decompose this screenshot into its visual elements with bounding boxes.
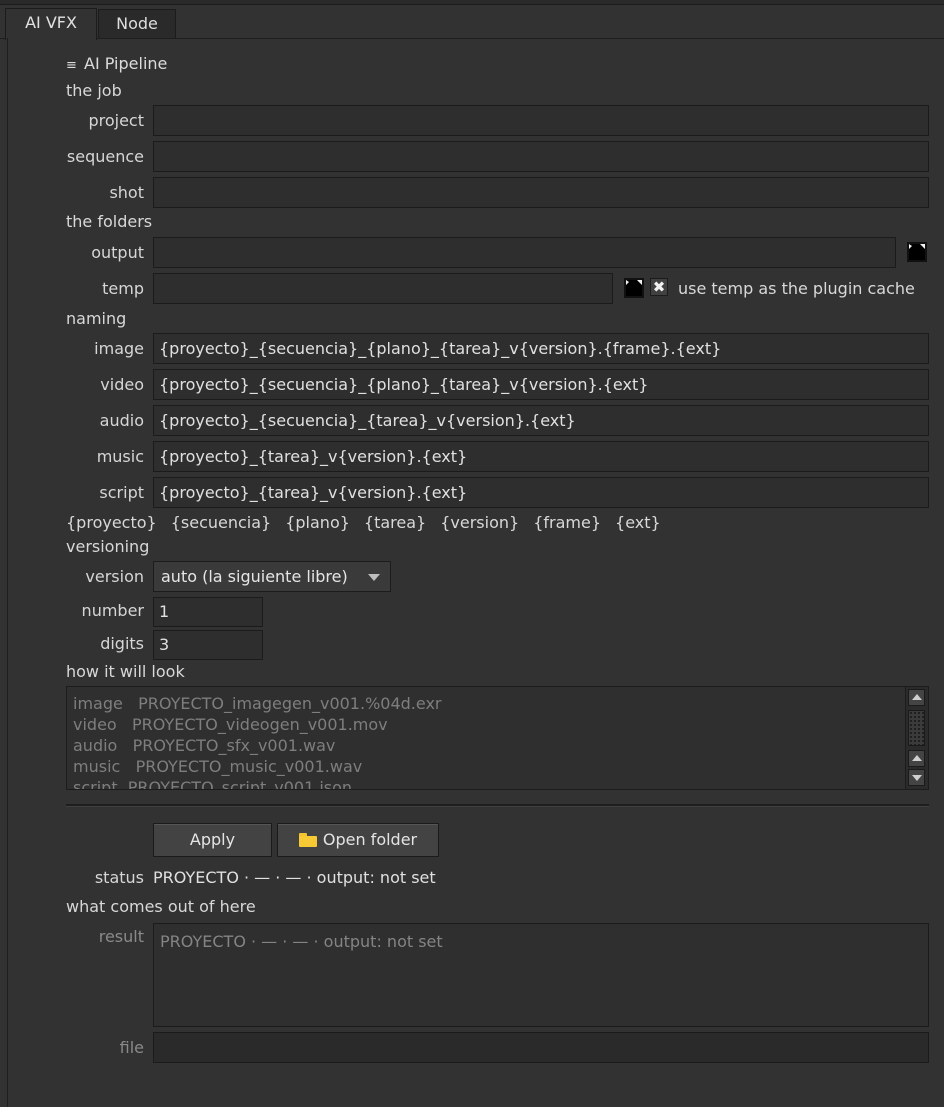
version-dropdown-value: auto (la siguiente libre)	[161, 567, 348, 586]
shot-label: shot	[109, 183, 144, 202]
temp-input[interactable]	[153, 273, 613, 304]
version-dropdown[interactable]: auto (la siguiente libre)	[153, 561, 391, 592]
tab-node[interactable]: Node	[98, 9, 176, 38]
variable-token: {proyecto}	[66, 513, 157, 532]
variable-token: {ext}	[615, 513, 661, 532]
scroll-up-button[interactable]	[908, 689, 925, 706]
section-naming: naming	[66, 309, 127, 328]
status-value: PROYECTO · — · — · output: not set	[153, 868, 436, 887]
project-label: project	[88, 111, 144, 130]
version-label: version	[85, 567, 144, 586]
sequence-label: sequence	[66, 147, 144, 166]
preview-line: image PROYECTO_imagegen_v001.%04d.exr	[73, 694, 442, 713]
temp-label: temp	[102, 279, 144, 298]
number-label: number	[81, 601, 144, 620]
apply-button[interactable]: Apply	[153, 823, 272, 857]
section-versioning: versioning	[66, 537, 150, 556]
variable-token: {version}	[440, 513, 520, 532]
file-label: file	[119, 1038, 144, 1057]
open-folder-label: Open folder	[322, 830, 418, 849]
scroll-thumb[interactable]	[908, 710, 925, 746]
browse-folder-icon[interactable]	[906, 241, 928, 263]
use-temp-label: use temp as the plugin cache	[678, 279, 915, 298]
folder-icon	[298, 833, 317, 847]
result-textarea[interactable]: PROYECTO · — · — · output: not set	[153, 923, 929, 1027]
tab-ai-vfx[interactable]: AI VFX	[5, 8, 97, 40]
arrow-up-icon	[912, 694, 922, 700]
preview-scrollbar[interactable]	[905, 687, 928, 789]
video-naming-input[interactable]: {proyecto}_{secuencia}_{plano}_{tarea}_v…	[153, 369, 929, 400]
panel-header: ≡ AI Pipeline	[66, 54, 167, 73]
variable-token: {frame}	[533, 513, 602, 532]
preview-line: video PROYECTO_videogen_v001.mov	[73, 715, 388, 734]
result-label: result	[98, 927, 144, 946]
script-naming-input[interactable]: {proyecto}_{tarea}_v{version}.{ext}	[153, 477, 929, 508]
section-output: what comes out of here	[66, 897, 256, 916]
file-input[interactable]	[153, 1032, 929, 1063]
top-strip	[0, 0, 944, 5]
shot-input[interactable]	[153, 177, 929, 208]
music-naming-input[interactable]: {proyecto}_{tarea}_v{version}.{ext}	[153, 441, 929, 472]
sequence-input[interactable]	[153, 141, 929, 172]
divider	[66, 804, 929, 807]
browse-temp-folder-icon[interactable]	[623, 277, 645, 299]
video-naming-label: video	[100, 375, 144, 394]
section-preview: how it will look	[66, 662, 185, 681]
variable-token: {tarea}	[363, 513, 427, 532]
music-naming-label: music	[96, 447, 144, 466]
status-label: status	[94, 868, 144, 887]
preview-line: audio PROYECTO_sfx_v001.wav	[73, 736, 336, 755]
script-naming-label: script	[99, 483, 144, 502]
image-naming-label: image	[94, 339, 144, 358]
use-temp-checkbox[interactable]: ✖	[650, 278, 668, 296]
variable-token: {plano}	[285, 513, 350, 532]
variable-token: {secuencia}	[170, 513, 272, 532]
preview-line: script PROYECTO_script_v001.json	[73, 778, 353, 790]
section-job: the job	[66, 81, 122, 100]
scroll-page-up-button[interactable]	[908, 750, 925, 767]
image-naming-input[interactable]: {proyecto}_{secuencia}_{plano}_{tarea}_v…	[153, 333, 929, 364]
project-input[interactable]	[153, 105, 929, 136]
audio-naming-label: audio	[99, 411, 144, 430]
chevron-down-icon	[368, 574, 380, 581]
audio-naming-input[interactable]: {proyecto}_{secuencia}_{tarea}_v{version…	[153, 405, 929, 436]
output-input[interactable]	[153, 237, 896, 268]
scroll-down-button[interactable]	[908, 769, 925, 786]
tab-bar: AI VFX Node	[0, 6, 944, 40]
naming-variables: {proyecto} {secuencia} {plano} {tarea} {vers…	[66, 513, 675, 532]
preview-line: music PROYECTO_music_v001.wav	[73, 757, 363, 776]
arrow-down-icon	[912, 775, 922, 781]
digits-input[interactable]: 3	[153, 630, 263, 660]
preview-box[interactable]: image PROYECTO_imagegen_v001.%04d.exr vi…	[66, 686, 929, 790]
section-folders: the folders	[66, 212, 153, 231]
arrow-up-icon	[912, 755, 922, 761]
open-folder-button[interactable]: Open folder	[277, 823, 439, 857]
output-label: output	[91, 243, 144, 262]
panel-title: AI Pipeline	[84, 54, 168, 73]
menu-icon[interactable]: ≡	[66, 58, 77, 73]
digits-label: digits	[100, 634, 144, 653]
number-input[interactable]: 1	[153, 597, 263, 627]
